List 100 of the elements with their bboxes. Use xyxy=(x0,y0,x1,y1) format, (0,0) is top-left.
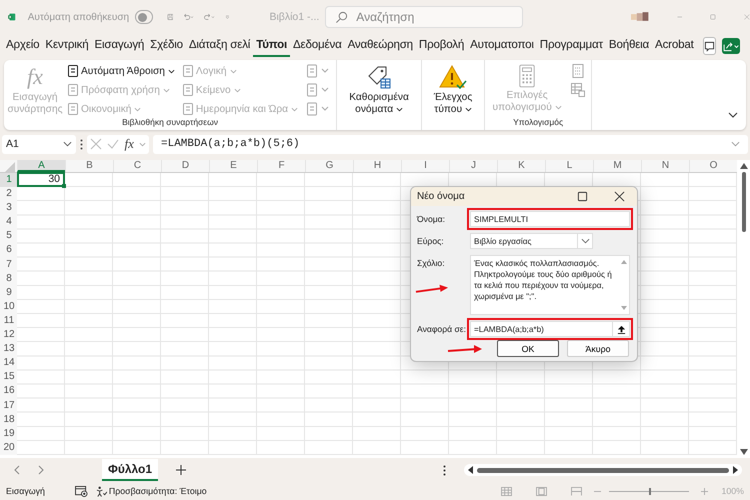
insert-function-button[interactable]: fx xyxy=(124,136,134,152)
row-header[interactable]: 2 xyxy=(0,187,17,202)
scroll-down-icon[interactable] xyxy=(740,449,748,455)
row-header[interactable]: 12 xyxy=(0,328,17,342)
maximize-icon[interactable] xyxy=(577,191,588,202)
defined-names-button[interactable]: Καθορισμένα ονόματα xyxy=(343,64,416,116)
column-header[interactable]: M xyxy=(593,160,641,172)
reference-field[interactable]: =LAMBDA(a;b;a*b) xyxy=(470,321,630,337)
ribbon-tab[interactable]: Acrobat xyxy=(652,35,697,57)
zoom-in-icon[interactable] xyxy=(700,488,708,494)
ribbon-tab[interactable]: Διάταξη σελί xyxy=(186,35,254,57)
search-field[interactable]: Αναζήτηση xyxy=(325,6,524,28)
cancel-icon[interactable] xyxy=(90,138,102,150)
row-header[interactable]: 17 xyxy=(0,398,17,413)
ribbon-tab[interactable]: Δεδομένα xyxy=(290,35,345,57)
row-header[interactable]: 16 xyxy=(0,384,17,398)
formula-field[interactable]: =LAMBDA(a;b;a*b)(5;6) xyxy=(153,134,748,154)
ribbon-tab[interactable]: Προβολή xyxy=(416,35,468,57)
page-layout-icon[interactable] xyxy=(536,486,546,496)
ribbon-tab[interactable]: Προγραμματ xyxy=(536,35,606,57)
row-header[interactable]: 18 xyxy=(0,412,17,427)
accessibility-status[interactable]: Προσβασιμότητα: Έτοιμο xyxy=(108,486,207,496)
share-button[interactable] xyxy=(722,38,740,54)
column-header[interactable]: H xyxy=(353,160,401,172)
calculator-icon[interactable] xyxy=(571,64,586,78)
sheet-tab[interactable]: Φύλλο1 xyxy=(102,459,158,481)
name-box[interactable]: A1 xyxy=(2,134,76,154)
dialog-button[interactable]: OK xyxy=(497,340,559,357)
row-header[interactable]: 5 xyxy=(0,229,17,244)
column-header[interactable]: N xyxy=(641,160,689,172)
ribbon-tab[interactable]: Αυτοματοποι xyxy=(467,35,537,57)
more-icon[interactable] xyxy=(443,464,446,476)
column-header[interactable]: I xyxy=(401,160,449,172)
column-header[interactable]: L xyxy=(545,160,593,172)
more-icon[interactable] xyxy=(80,138,83,150)
chevron-down-icon xyxy=(396,106,403,112)
ribbon-tab[interactable]: Σχέδιο xyxy=(147,35,186,57)
function-menu-icon[interactable] xyxy=(306,83,330,97)
row-header[interactable]: 20 xyxy=(0,440,17,455)
formula-auditing-button[interactable]: Έλεγχος τύπου xyxy=(428,64,478,116)
scroll-right-icon[interactable] xyxy=(733,466,738,474)
column-header[interactable]: J xyxy=(449,160,497,172)
row-header[interactable]: 1 xyxy=(0,173,17,188)
scope-dropdown[interactable]: Βιβλίο εργασίας xyxy=(470,233,593,249)
add-sheet-icon[interactable] xyxy=(176,465,186,475)
previous-sheet-icon[interactable] xyxy=(14,465,20,475)
chevron-down-icon[interactable] xyxy=(139,142,146,146)
ribbon-tab[interactable]: Εισαγωγή xyxy=(92,35,148,57)
row-header[interactable]: 3 xyxy=(0,201,17,216)
scroll-left-icon[interactable] xyxy=(468,466,473,474)
row-header[interactable]: 14 xyxy=(0,356,17,370)
function-menu-icon[interactable] xyxy=(306,64,330,78)
close-icon[interactable] xyxy=(614,191,625,202)
column-header[interactable]: B xyxy=(65,160,113,172)
scrollbar-thumb[interactable] xyxy=(477,468,729,472)
comments-button[interactable] xyxy=(702,37,716,55)
row-header[interactable]: 10 xyxy=(0,300,17,314)
row-header[interactable]: 13 xyxy=(0,342,17,356)
scroll-up-icon[interactable] xyxy=(740,163,748,169)
calculate-sheet-icon[interactable] xyxy=(571,83,586,97)
function-menu-icon[interactable] xyxy=(306,102,330,116)
search-icon xyxy=(335,11,348,24)
collapse-dialog-icon[interactable] xyxy=(616,324,626,334)
row-header[interactable]: 15 xyxy=(0,370,17,384)
warning-check-icon xyxy=(439,64,468,90)
column-header[interactable]: G xyxy=(305,160,353,172)
macro-recorder-icon[interactable] xyxy=(74,486,88,496)
autosave-toggle[interactable] xyxy=(135,10,153,24)
row-header[interactable]: 11 xyxy=(0,314,17,328)
normal-view-icon[interactable] xyxy=(500,486,512,496)
row-header[interactable]: 19 xyxy=(0,426,17,441)
row-header[interactable]: 6 xyxy=(0,243,17,258)
column-header[interactable]: C xyxy=(113,160,161,172)
field-label: Όνομα: xyxy=(417,214,446,224)
dialog-button[interactable]: Άκυρο xyxy=(567,340,629,357)
ribbon-tab[interactable]: Κεντρική xyxy=(42,35,92,57)
page-break-icon[interactable] xyxy=(570,486,582,496)
function-category-button[interactable]: Αυτόματη Άθροιση xyxy=(68,64,175,78)
ribbon-tab[interactable]: Αναθεώρηση xyxy=(344,35,416,57)
row-header[interactable]: 7 xyxy=(0,258,17,272)
enter-check-icon[interactable] xyxy=(107,138,120,150)
next-sheet-icon[interactable] xyxy=(38,465,44,475)
name-field[interactable]: SIMPLEMULTI xyxy=(470,211,630,227)
ribbon-tab[interactable]: Αρχείο xyxy=(3,35,42,57)
accessibility-icon[interactable] xyxy=(96,486,107,496)
ribbon-tab[interactable]: Βοήθεια xyxy=(606,35,652,57)
column-header[interactable]: E xyxy=(209,160,257,172)
row-header[interactable]: 9 xyxy=(0,286,17,300)
column-header[interactable]: D xyxy=(161,160,209,172)
scrollbar-thumb[interactable] xyxy=(742,172,746,232)
column-header[interactable]: F xyxy=(257,160,305,172)
collapse-ribbon-icon[interactable] xyxy=(728,112,738,118)
chevron-down-icon xyxy=(230,68,237,74)
expand-formula-bar-icon[interactable] xyxy=(731,141,740,147)
horizontal-scrollbar[interactable] xyxy=(464,464,742,476)
column-header[interactable]: A xyxy=(17,160,65,172)
row-header[interactable]: 8 xyxy=(0,272,17,286)
ribbon-tab[interactable]: Τύποι xyxy=(253,35,290,57)
row-header[interactable]: 4 xyxy=(0,215,17,230)
column-header[interactable]: K xyxy=(497,160,545,172)
